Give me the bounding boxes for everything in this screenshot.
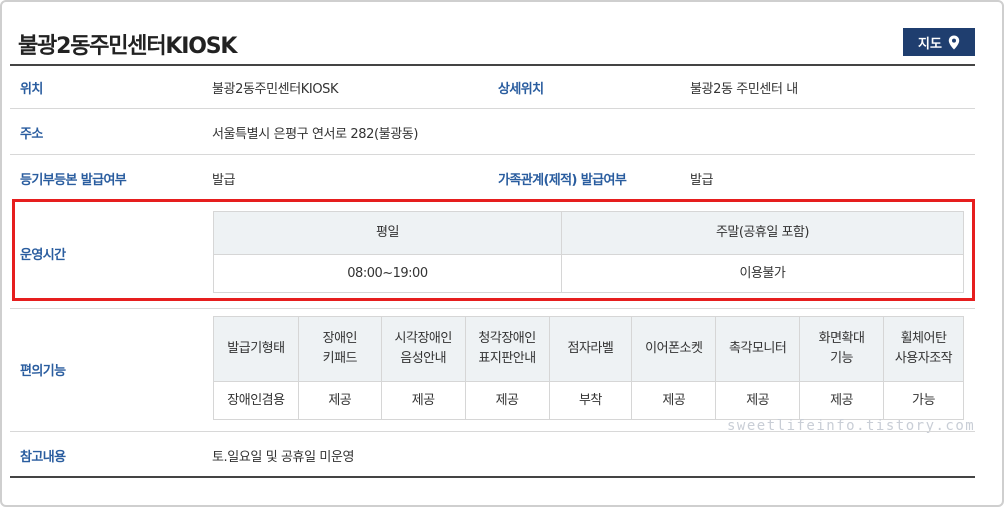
map-button[interactable]: 지도 [903, 28, 975, 56]
row-divider [10, 108, 975, 109]
feature-value: 제공 [715, 381, 801, 420]
table-row: 장애인겸용 제공 제공 제공 부착 제공 제공 제공 가능 [213, 381, 964, 420]
feature-header-earphone: 이어폰소켓 [631, 316, 717, 382]
feature-value: 가능 [883, 381, 964, 420]
features-label: 편의기능 [20, 364, 66, 379]
feature-value: 제공 [380, 381, 466, 420]
table-bottom-rule [10, 476, 975, 478]
feature-header-braille: 점자라벨 [548, 316, 633, 382]
table-row: 발급기형태 장애인키패드 시각장애인음성안내 청각장애인표지판안내 점자라벨 이… [213, 316, 964, 382]
header-text: 표지판안내 [478, 351, 536, 366]
table-row: 08:00~19:00 이용불가 [213, 254, 965, 293]
feature-header-keypad: 장애인키패드 [297, 316, 382, 382]
table-top-rule [10, 64, 975, 66]
map-pin-icon [948, 35, 960, 49]
feature-value: 제공 [464, 381, 550, 420]
operating-hours-table: 평일 주말(공휴일 포함) 08:00~19:00 이용불가 [213, 211, 965, 293]
weekend-header: 주말(공휴일 포함) [560, 211, 965, 255]
feature-header-wheelchair: 휠체어탄사용자조작 [883, 316, 964, 382]
header-text: 시각장애인 [394, 331, 453, 346]
header-text: 사용자조작 [894, 351, 953, 366]
features-table: 발급기형태 장애인키패드 시각장애인음성안내 청각장애인표지판안내 점자라벨 이… [213, 316, 964, 420]
family-relation-value: 발급 [690, 173, 714, 188]
detail-location-value: 불광2동 주민센터 내 [690, 82, 798, 97]
header-text: 키패드 [322, 351, 358, 366]
notes-label: 참고내용 [20, 450, 66, 465]
address-label: 주소 [20, 127, 43, 142]
header-text: 점자라벨 [567, 341, 614, 356]
row-divider [10, 431, 975, 432]
detail-location-label: 상세위치 [498, 82, 544, 97]
header-text: 휠체어탄 [900, 331, 947, 346]
feature-value: 장애인겸용 [213, 381, 299, 420]
feature-header-sign-guide: 청각장애인표지판안내 [464, 316, 550, 382]
address-value: 서울특별시 은평구 연서로 282(불광동) [212, 127, 418, 142]
feature-value: 부착 [548, 381, 633, 420]
registry-value: 발급 [212, 173, 236, 188]
feature-header-tactile-monitor: 촉각모니터 [715, 316, 801, 382]
feature-header-voice-guide: 시각장애인음성안내 [380, 316, 466, 382]
row-divider [10, 308, 975, 309]
location-label: 위치 [20, 82, 43, 97]
map-button-label: 지도 [918, 36, 942, 52]
header-text: 장애인 [322, 331, 358, 346]
feature-value: 제공 [799, 381, 884, 420]
feature-value: 제공 [297, 381, 382, 420]
feature-header-zoom: 화면확대기능 [799, 316, 884, 382]
table-row: 평일 주말(공휴일 포함) [213, 211, 965, 255]
location-value: 불광2동주민센터KIOSK [212, 82, 339, 97]
header-text: 청각장애인 [478, 331, 536, 346]
hours-label: 운영시간 [20, 248, 66, 263]
row-divider [10, 154, 975, 155]
feature-value: 제공 [631, 381, 717, 420]
header-text: 이어폰소켓 [645, 341, 703, 356]
header-text: 화면확대 [818, 331, 865, 346]
notes-value: 토.일요일 및 공휴일 미운영 [212, 450, 355, 465]
weekday-header: 평일 [213, 211, 562, 255]
registry-label: 등기부등본 발급여부 [20, 173, 127, 188]
feature-header-kiosk-type: 발급기형태 [213, 316, 299, 382]
weekend-hours: 이용불가 [560, 254, 965, 293]
header-text: 기능 [830, 351, 854, 366]
weekday-hours: 08:00~19:00 [213, 254, 562, 293]
header-text: 음성안내 [400, 351, 447, 366]
page-title: 불광2동주민센터KIOSK [18, 34, 237, 59]
header-text: 발급기형태 [227, 341, 285, 356]
family-relation-label: 가족관계(제적) 발급여부 [498, 173, 627, 188]
header-text: 촉각모니터 [729, 341, 787, 356]
